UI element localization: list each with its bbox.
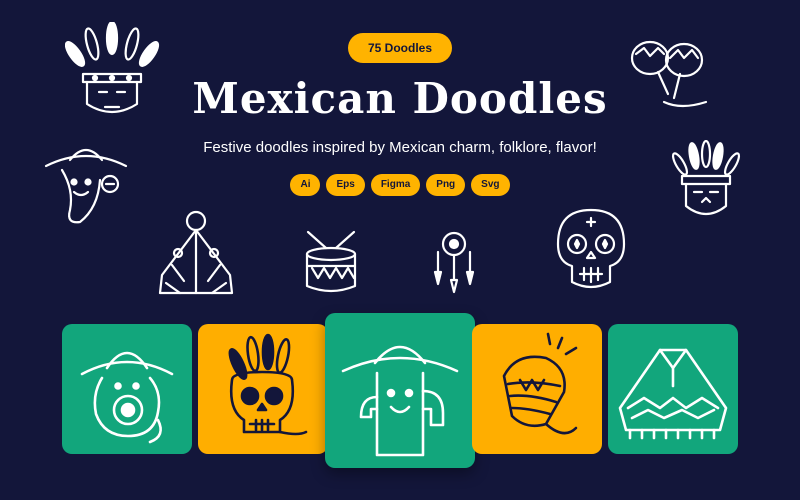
feather-mask-icon	[671, 140, 741, 216]
feather-headdress-mask-icon	[65, 22, 160, 114]
sugar-skull-icon	[556, 208, 626, 289]
poncho-cape-icon	[158, 210, 234, 295]
format-badge-figma: Figma	[370, 174, 421, 196]
sombrero-pepper-icon	[44, 148, 128, 224]
pinata-top-icon	[502, 332, 578, 435]
poncho-icon	[618, 348, 728, 440]
feather-skull-icon	[228, 333, 308, 436]
sombrero-cactus-icon	[341, 345, 459, 457]
drum-icon	[305, 230, 357, 293]
maracas-icon	[630, 40, 708, 108]
banner: 75 Doodles Mexican Doodles Festive doodl…	[0, 0, 800, 500]
doodle-count-badge: 75 Doodles	[348, 33, 452, 63]
card-sombrero-guitar[interactable]	[62, 324, 192, 454]
format-badge-svg: Svg	[471, 174, 510, 196]
card-feather-skull[interactable]	[198, 324, 328, 454]
card-sombrero-cactus[interactable]	[325, 313, 475, 468]
card-poncho[interactable]	[608, 324, 738, 454]
format-badge-ai: Ai	[290, 174, 321, 196]
dreamcatcher-icon	[433, 231, 475, 294]
format-badge-eps: Eps	[326, 174, 365, 196]
format-badge-png: Png	[426, 174, 466, 196]
sombrero-guitar-icon	[80, 351, 174, 444]
card-pinata-top[interactable]	[472, 324, 602, 454]
